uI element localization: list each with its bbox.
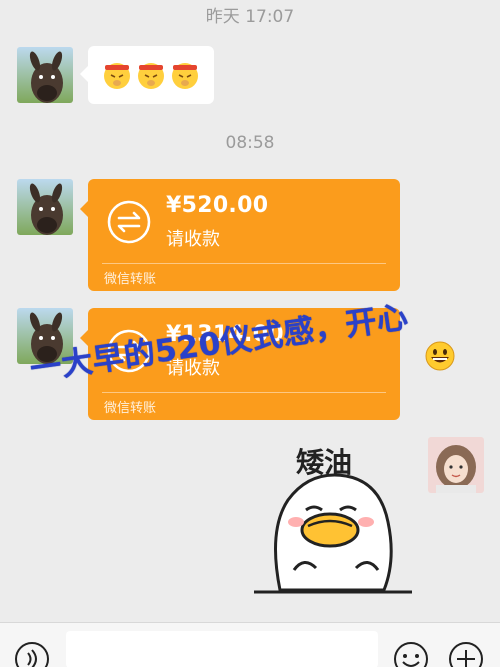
transfer-card[interactable]: ¥520.00 请收款 微信转账 bbox=[80, 179, 400, 291]
emoji-message-bubble[interactable] bbox=[80, 46, 214, 104]
pray-face-emoji-icon bbox=[104, 63, 130, 89]
input-toolbar bbox=[0, 622, 500, 667]
transfer-status: 请收款 bbox=[166, 229, 220, 250]
grinning-face-emoji-icon bbox=[425, 341, 455, 371]
voice-icon[interactable] bbox=[14, 641, 50, 667]
friend-avatar[interactable] bbox=[17, 179, 73, 235]
pray-face-emoji-icon bbox=[138, 63, 164, 89]
transfer-amount: ¥520.00 bbox=[166, 193, 269, 218]
friend-avatar[interactable] bbox=[17, 47, 73, 103]
transfer-icon bbox=[107, 200, 151, 244]
transfer-label: 微信转账 bbox=[104, 272, 157, 287]
divider bbox=[102, 263, 386, 264]
pray-face-emoji-icon bbox=[172, 63, 198, 89]
divider bbox=[102, 392, 386, 393]
sticker-caption: 矮油 bbox=[296, 446, 353, 479]
timestamp: 昨天 17:07 bbox=[205, 7, 295, 27]
timestamp: 08:58 bbox=[225, 133, 275, 153]
transfer-label: 微信转账 bbox=[104, 401, 157, 416]
emoji-icon[interactable] bbox=[393, 641, 429, 667]
my-avatar[interactable] bbox=[428, 437, 484, 493]
plus-icon[interactable] bbox=[448, 641, 484, 667]
message-input[interactable] bbox=[66, 631, 378, 667]
